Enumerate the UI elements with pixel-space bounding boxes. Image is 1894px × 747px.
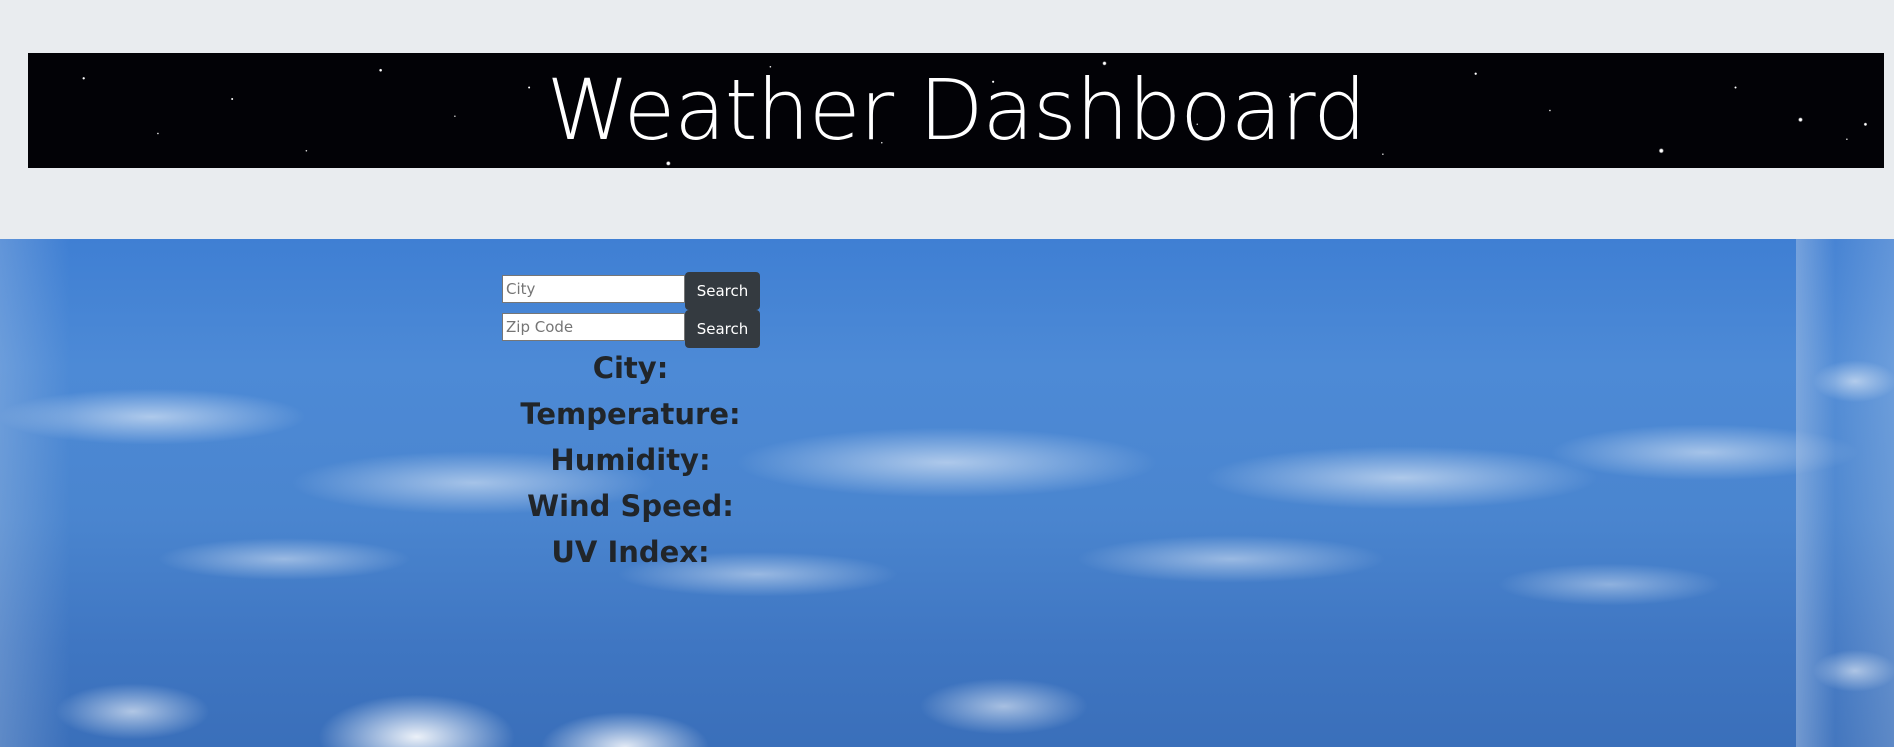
uv-index-label: UV Index:	[551, 535, 710, 569]
zip-search-input[interactable]	[502, 313, 685, 341]
city-search-input[interactable]	[502, 275, 685, 303]
humidity-label: Humidity:	[550, 443, 711, 477]
city-search-group: Search	[502, 272, 760, 310]
sky-background	[0, 239, 1894, 747]
page-title: Weather Dashboard	[546, 61, 1366, 159]
wind-speed-label: Wind Speed:	[527, 489, 734, 523]
zip-search-group: Search	[502, 310, 760, 348]
starfield-banner: Weather Dashboard	[28, 53, 1884, 168]
header-jumbotron: Weather Dashboard	[0, 0, 1894, 239]
city-search-button[interactable]: Search	[685, 272, 760, 310]
temperature-label: Temperature:	[520, 397, 741, 431]
sky-tile-seam	[1796, 239, 1894, 747]
zip-search-button[interactable]: Search	[685, 310, 760, 348]
sky-edge-decoration	[0, 239, 70, 747]
city-label: City:	[592, 351, 669, 385]
